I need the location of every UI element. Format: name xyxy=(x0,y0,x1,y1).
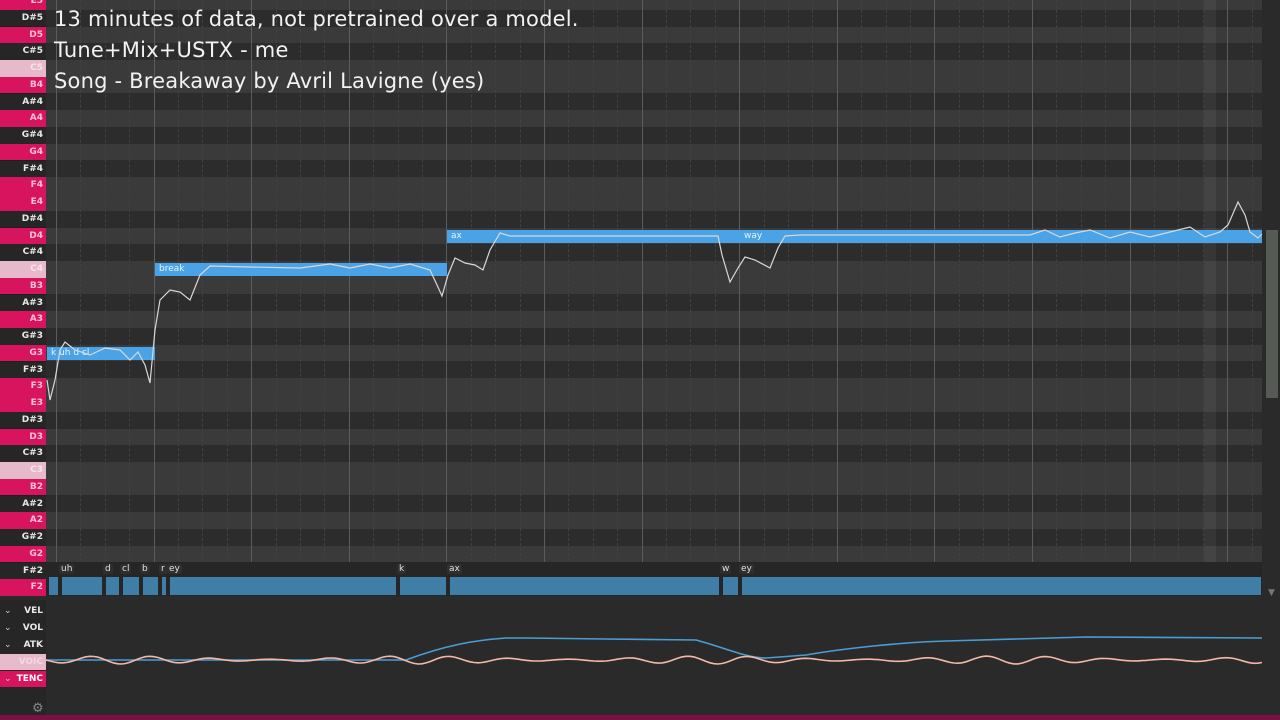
expression-vel[interactable]: ⌄ VEL xyxy=(0,603,46,619)
chevron-down-icon[interactable]: ⌄ xyxy=(4,603,12,619)
expression-label: VEL xyxy=(24,606,43,616)
expression-tenc[interactable]: ⌄ TENC xyxy=(0,671,46,687)
vertical-scrollbar[interactable] xyxy=(1266,230,1278,398)
chevron-down-icon[interactable]: ⌄ xyxy=(4,620,12,636)
expression-vol[interactable]: ⌄ VOL xyxy=(0,620,46,636)
video-caption-overlay: 13 minutes of data, not pretrained over … xyxy=(54,4,579,97)
chevron-down-icon[interactable]: ⌄ xyxy=(4,654,12,670)
dynamics-curve xyxy=(46,636,1262,661)
pitch-curve xyxy=(46,200,1262,401)
chevron-down-icon[interactable]: ⌄ xyxy=(4,637,12,653)
caption-line-3: Song - Breakaway by Avril Lavigne (yes) xyxy=(54,69,485,93)
caption-line-1: 13 minutes of data, not pretrained over … xyxy=(54,7,579,31)
tension-curve xyxy=(46,655,1262,665)
expression-voic[interactable]: ⌄ VOIC xyxy=(0,654,46,670)
expression-label: VOIC xyxy=(18,657,43,667)
expression-curve-area[interactable] xyxy=(46,600,1262,715)
expression-atk[interactable]: ⌄ ATK xyxy=(0,637,46,653)
expression-label: ATK xyxy=(23,640,43,650)
expression-panel: ⌄ VEL ⌄ VOL ⌄ ATK ⌄ VOIC ⌄ TENC xyxy=(0,600,46,715)
chevron-down-icon[interactable]: ⌄ xyxy=(4,671,12,687)
caption-line-2: Tune+Mix+USTX - me xyxy=(54,38,289,62)
expression-curves xyxy=(46,636,1262,665)
bottom-bar xyxy=(0,715,1280,720)
gear-icon[interactable]: ⚙ xyxy=(32,701,44,716)
expression-label: TENC xyxy=(16,674,43,684)
triangle-down-icon[interactable]: ▼ xyxy=(1268,588,1275,598)
expression-label: VOL xyxy=(22,623,43,633)
